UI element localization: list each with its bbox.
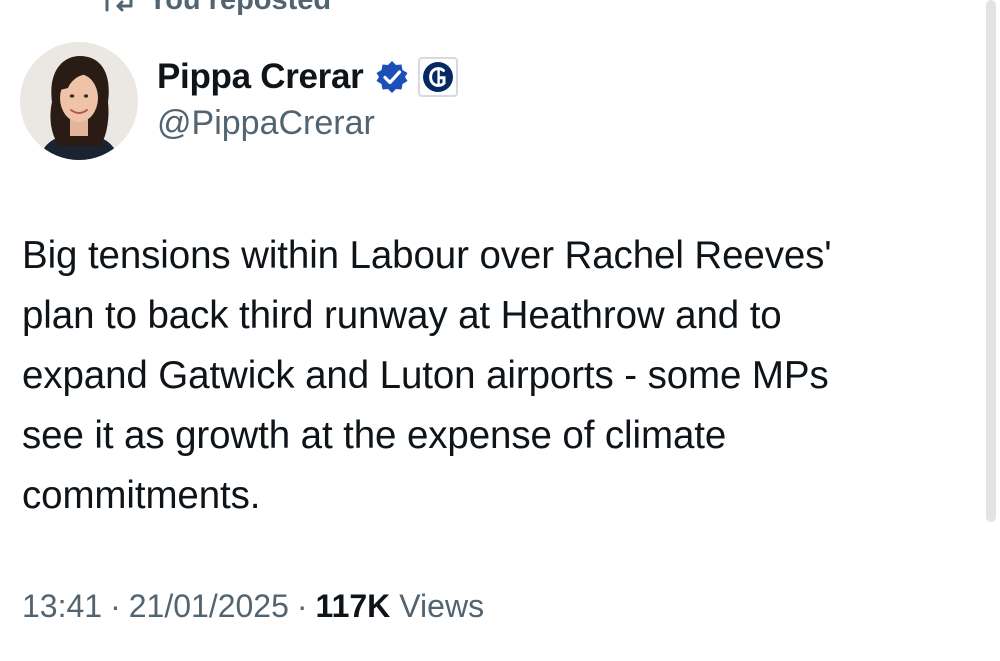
meta-separator: · <box>296 587 308 624</box>
avatar-portrait <box>20 42 138 160</box>
author-handle[interactable]: @PippaCrerar <box>157 104 375 143</box>
tweet-meta: 13:41 · 21/01/2025 · 117K Views <box>22 582 484 630</box>
verified-badge-icon[interactable] <box>374 59 410 95</box>
scrollbar[interactable] <box>986 0 996 522</box>
display-name[interactable]: Pippa Crerar <box>157 57 364 97</box>
meta-separator: · <box>110 587 121 624</box>
tweet-line: Big tensions within Labour over Rachel R… <box>22 234 832 277</box>
tweet-line: expand Gatwick and Luton airports - some… <box>22 354 829 397</box>
repost-indicator[interactable]: You reposted <box>104 0 331 18</box>
tweet-date[interactable]: 21/01/2025 <box>129 588 289 625</box>
repost-label: You reposted <box>148 0 331 17</box>
tweet-line: plan to back third runway at Heathrow an… <box>22 294 782 337</box>
views-label[interactable]: Views <box>399 588 484 625</box>
avatar[interactable] <box>20 42 138 160</box>
author-name-row[interactable]: Pippa Crerar <box>157 54 458 100</box>
tweet-body: Big tensions within Labour over Rachel R… <box>22 226 972 526</box>
guardian-logo-icon[interactable] <box>417 57 458 97</box>
tweet-line: see it as growth at the expense of clima… <box>22 414 727 457</box>
tweet-time[interactable]: 13:41 <box>22 588 102 625</box>
tweet-line: commitments. <box>22 474 261 517</box>
views-count[interactable]: 117K <box>316 588 391 625</box>
repost-icon <box>104 0 134 12</box>
